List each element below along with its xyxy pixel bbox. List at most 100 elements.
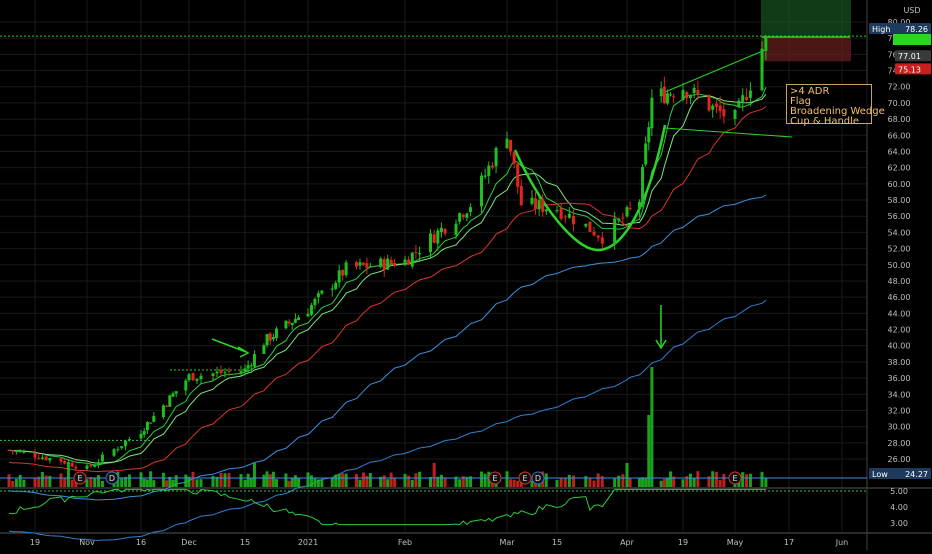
candle-body xyxy=(465,213,469,218)
candle-body xyxy=(171,393,175,397)
volume-bar xyxy=(662,478,666,487)
volume-bar xyxy=(284,473,288,487)
candle-body xyxy=(637,201,641,210)
candle-body xyxy=(195,378,199,381)
volume-bar xyxy=(647,415,651,487)
candle-body xyxy=(647,127,651,143)
annotation-line-4: Cup & Handle xyxy=(790,116,860,127)
candle-body xyxy=(745,96,749,100)
volume-bar xyxy=(760,471,764,487)
candle-body xyxy=(37,457,41,459)
price-tick-label: 44.00 xyxy=(888,309,911,318)
price-tick-label: 66.00 xyxy=(888,131,911,140)
candle-body xyxy=(14,450,18,452)
candle-body xyxy=(650,97,654,129)
price-tick-label: 62.00 xyxy=(888,164,911,173)
event-marker: E xyxy=(73,471,87,485)
pattern-annotation-box: >4 ADR Flag Broadening Wedge Cup & Handl… xyxy=(786,84,885,127)
candle-body xyxy=(407,259,411,265)
candle-body xyxy=(191,373,195,381)
candle-body xyxy=(681,90,685,100)
volume-bar xyxy=(439,474,443,487)
candle-body xyxy=(361,262,365,265)
candle-body xyxy=(480,175,483,207)
volume-bar xyxy=(483,473,487,487)
candle-body xyxy=(165,405,169,407)
candle-body xyxy=(116,449,120,451)
volume-bar xyxy=(571,475,575,487)
candle-body xyxy=(44,456,48,461)
candle-body xyxy=(718,105,722,112)
candle-body xyxy=(184,380,188,391)
volume-bar xyxy=(334,474,338,487)
volume-bar xyxy=(563,478,567,487)
x-tick-label: Apr xyxy=(620,538,635,547)
volume-bar xyxy=(219,472,223,487)
event-marker-label: E xyxy=(77,474,82,483)
stock-chart[interactable]: EDEEDE 80.0078.0076.0074.0072.0070.0068.… xyxy=(0,0,932,550)
candle-body xyxy=(748,90,752,98)
volume-bar xyxy=(432,463,436,487)
candle-body xyxy=(33,452,37,458)
candle-body xyxy=(112,449,116,456)
candle-body xyxy=(313,298,317,306)
event-marker: D xyxy=(531,471,545,485)
candle-body xyxy=(494,148,498,167)
candle-body xyxy=(199,375,203,380)
volume-bar xyxy=(718,479,722,487)
volume-bar xyxy=(139,472,143,487)
volume-bar xyxy=(544,473,548,487)
candle-body xyxy=(669,94,673,96)
x-tick-label: 15 xyxy=(552,538,562,547)
volume-bar xyxy=(341,473,345,487)
volume-bar xyxy=(613,478,617,487)
volume-bar xyxy=(741,472,745,487)
candle-body xyxy=(187,374,191,381)
candle-body xyxy=(40,457,44,459)
candle-body xyxy=(284,320,288,329)
candle-body xyxy=(509,139,513,152)
volume-bar xyxy=(174,475,178,487)
volume-bar xyxy=(40,471,44,487)
candle-body xyxy=(483,175,487,177)
candle-body xyxy=(458,213,462,222)
candle-body xyxy=(211,373,215,376)
candle-body xyxy=(563,216,567,218)
volume-bar xyxy=(559,477,563,487)
candle-body xyxy=(418,253,422,255)
candle-body xyxy=(365,263,369,268)
candle-body xyxy=(252,354,256,367)
candle-body xyxy=(59,458,63,462)
candle-body xyxy=(530,197,534,204)
candle-body xyxy=(544,209,548,212)
x-tick-label: Nov xyxy=(79,538,95,547)
target-profit-zone xyxy=(761,0,851,37)
volume-bar xyxy=(393,478,397,487)
candle-body xyxy=(290,322,294,325)
price-tick-label: 54.00 xyxy=(888,228,911,237)
volume-bar xyxy=(171,479,175,487)
price-tick-label: 36.00 xyxy=(888,374,911,383)
candle-body xyxy=(63,460,67,464)
volume-bar xyxy=(355,474,358,487)
candle-body xyxy=(571,215,575,225)
candle-body xyxy=(429,233,432,252)
event-marker: E xyxy=(728,471,742,485)
volume-bar xyxy=(297,477,301,487)
candle-body xyxy=(519,185,523,206)
volume-bar xyxy=(18,474,22,487)
volume-bar xyxy=(337,473,341,487)
volume-bar xyxy=(33,477,37,487)
chart-canvas[interactable]: EDEEDE 80.0078.0076.0074.0072.0070.0068.… xyxy=(0,0,932,550)
volume-bar xyxy=(223,473,227,487)
candle-body xyxy=(659,88,663,97)
candle-body xyxy=(149,422,153,424)
candle-body xyxy=(287,321,291,324)
candle-body xyxy=(516,163,520,187)
stop-loss-zone xyxy=(761,36,851,62)
candle-body xyxy=(592,231,596,236)
candle-body xyxy=(330,288,334,290)
volume-bar xyxy=(505,471,509,487)
candle-body xyxy=(382,259,386,270)
candle-body xyxy=(714,103,718,107)
